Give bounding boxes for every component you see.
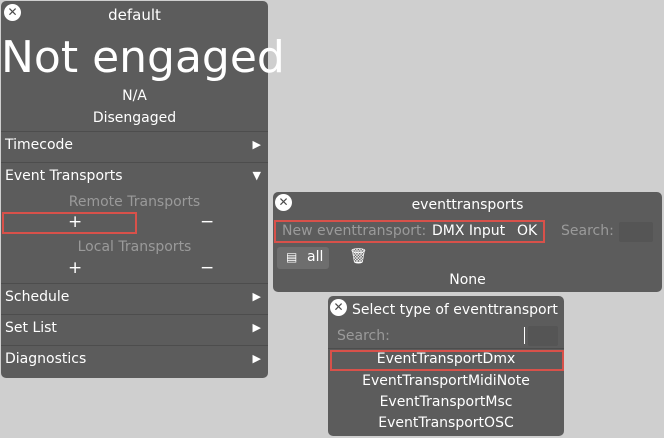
expand-arrow-icon: ▶ bbox=[252, 138, 261, 151]
expand-arrow-icon: ▶ bbox=[252, 352, 261, 365]
section-timecode[interactable]: Timecode ▶ bbox=[1, 131, 268, 161]
close-icon[interactable]: ✕ bbox=[330, 299, 347, 316]
expand-arrow-icon: ▶ bbox=[252, 290, 261, 303]
remove-remote-transport-button[interactable]: − bbox=[200, 212, 214, 232]
section-label: Set List bbox=[5, 320, 57, 336]
section-label: Diagnostics bbox=[5, 351, 87, 367]
remove-local-transport-button[interactable]: − bbox=[200, 258, 214, 278]
new-eventtransport-label: New eventtransport: bbox=[282, 223, 427, 239]
main-panel: ✕ default Not engaged N/A Disengaged Tim… bbox=[1, 1, 285, 378]
search-label: Search: bbox=[337, 328, 390, 344]
panel-title: Select type of eventtransport bbox=[352, 302, 558, 318]
add-local-transport-button[interactable]: + bbox=[68, 258, 82, 278]
local-transports-label: Local Transports bbox=[77, 239, 192, 255]
section-label: Timecode bbox=[5, 137, 74, 153]
option-eventtransportmidinote[interactable]: EventTransportMidiNote bbox=[328, 373, 564, 389]
list-icon: ▤ bbox=[286, 250, 298, 264]
empty-list-label: None bbox=[449, 272, 486, 288]
engagement-status: Not engaged bbox=[1, 32, 285, 83]
eventtransports-panel: ✕ eventtransports New eventtransport: DM… bbox=[273, 192, 662, 292]
section-event-transports[interactable]: Event Transports ▼ bbox=[1, 162, 268, 192]
all-button[interactable]: ▤ all bbox=[277, 247, 329, 269]
section-schedule[interactable]: Schedule ▶ bbox=[1, 283, 268, 313]
text-cursor bbox=[524, 327, 525, 344]
search-label: Search: bbox=[561, 223, 614, 239]
expand-arrow-icon: ▶ bbox=[252, 321, 261, 334]
remote-transports-label: Remote Transports bbox=[68, 194, 201, 210]
section-label: Schedule bbox=[5, 289, 70, 305]
add-remote-transport-button[interactable]: + bbox=[68, 212, 82, 232]
collapse-arrow-icon: ▼ bbox=[252, 169, 261, 182]
ok-button[interactable]: OK bbox=[517, 223, 537, 239]
trash-icon[interactable]: 🗑 bbox=[349, 247, 368, 265]
section-label: Event Transports bbox=[5, 168, 123, 184]
all-label: all bbox=[307, 249, 324, 265]
status-disengaged: Disengaged bbox=[92, 110, 177, 126]
panel-title: default bbox=[108, 6, 161, 24]
search-input[interactable] bbox=[619, 222, 653, 242]
option-eventtransportosc[interactable]: EventTransportOSC bbox=[328, 415, 564, 431]
option-eventtransportmsc[interactable]: EventTransportMsc bbox=[328, 394, 564, 410]
section-diagnostics[interactable]: Diagnostics ▶ bbox=[1, 345, 268, 375]
option-eventtransportdmx[interactable]: EventTransportDmx bbox=[328, 351, 564, 367]
select-type-panel: ✕ Select type of eventtransport Search: … bbox=[328, 296, 564, 436]
search-input[interactable] bbox=[528, 326, 558, 346]
new-eventtransport-value[interactable]: DMX Input bbox=[432, 223, 505, 239]
panel-title: eventtransports bbox=[411, 197, 524, 213]
section-set-list[interactable]: Set List ▶ bbox=[1, 314, 268, 344]
divider bbox=[328, 348, 564, 349]
status-na: N/A bbox=[122, 88, 147, 104]
